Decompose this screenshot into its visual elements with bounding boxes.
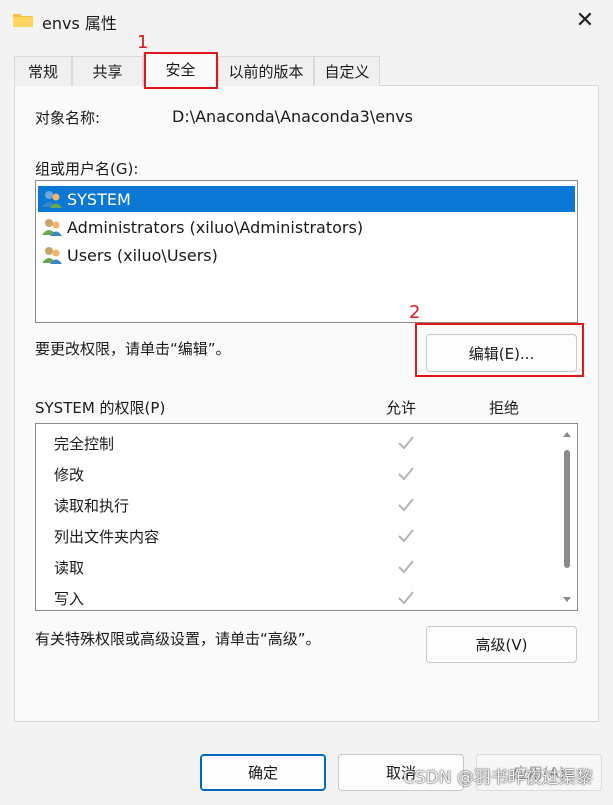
scroll-up-icon[interactable] <box>562 430 572 438</box>
ok-button-label: 确定 <box>247 764 278 782</box>
annotation-box-1 <box>144 52 218 89</box>
tab-general[interactable]: 常规 <box>14 56 72 86</box>
list-item-label: SYSTEM <box>67 189 131 209</box>
users-icon <box>42 219 62 236</box>
tab-label: 常规 <box>27 63 58 81</box>
tab-label: 共享 <box>92 63 123 81</box>
advanced-button-label: 高级(V) <box>475 636 528 654</box>
tab-sharing[interactable]: 共享 <box>72 56 143 86</box>
groups-list[interactable]: SYSTEM Administrators (xiluo\Administrat… <box>35 180 578 323</box>
permission-row: 读取和执行 <box>36 490 556 521</box>
object-name-label: 对象名称: <box>35 109 101 127</box>
scroll-down-icon[interactable] <box>562 596 572 604</box>
advanced-hint: 有关特殊权限或高级设置，请单击“高级”。 <box>35 630 321 648</box>
permission-name: 写入 <box>54 590 85 608</box>
tab-label: 以前的版本 <box>228 63 304 81</box>
annotation-number-2: 2 <box>409 302 421 323</box>
change-hint: 要更改权限，请单击“编辑”。 <box>35 340 231 358</box>
tab-customize[interactable]: 自定义 <box>314 56 380 86</box>
close-button[interactable]: ✕ <box>570 6 600 34</box>
object-name-value: D:\Anaconda\Anaconda3\envs <box>172 107 414 126</box>
allow-header: 允许 <box>386 399 417 417</box>
watermark: CSDN @羽书昨夜过渠黎 <box>403 768 593 788</box>
ok-button[interactable]: 确定 <box>200 754 326 791</box>
scroll-thumb[interactable] <box>564 450 570 568</box>
permission-row: 读取 <box>36 552 556 583</box>
check-icon <box>398 560 414 574</box>
list-item-administrators[interactable]: Administrators (xiluo\Administrators) <box>38 214 575 240</box>
annotation-number-1: 1 <box>137 32 149 53</box>
permission-name: 完全控制 <box>54 435 115 453</box>
users-icon <box>42 247 62 264</box>
users-icon <box>42 191 62 208</box>
check-icon <box>398 529 414 543</box>
annotation-box-2 <box>415 323 584 377</box>
window-title: envs 属性 <box>42 14 117 33</box>
tab-label: 自定义 <box>324 63 370 81</box>
list-item-label: Administrators (xiluo\Administrators) <box>67 217 364 237</box>
permission-name: 读取 <box>54 559 85 577</box>
permission-name: 列出文件夹内容 <box>54 528 160 546</box>
list-item-system[interactable]: SYSTEM <box>38 186 575 212</box>
permission-row: 写入 <box>36 583 556 610</box>
permission-row: 修改 <box>36 459 556 490</box>
groups-label: 组或用户名(G): <box>35 160 139 178</box>
folder-icon <box>13 14 33 27</box>
check-icon <box>398 591 414 605</box>
title-bar: envs 属性 ✕ <box>0 0 613 40</box>
deny-header: 拒绝 <box>489 399 520 417</box>
permission-name: 修改 <box>54 466 85 484</box>
permission-row: 完全控制 <box>36 428 556 459</box>
permission-row: 列出文件夹内容 <box>36 521 556 552</box>
properties-dialog: envs 属性 ✕ 常规 共享 安全 以前的版本 自定义 对象名称: D:\An… <box>0 0 613 805</box>
close-icon: ✕ <box>575 7 595 33</box>
permissions-list: 完全控制 修改 读取和执行 列出文件夹内容 读取 写入 <box>35 423 578 611</box>
check-icon <box>398 436 414 450</box>
permissions-label: SYSTEM 的权限(P) <box>35 399 166 417</box>
tab-previous-versions[interactable]: 以前的版本 <box>218 56 314 86</box>
check-icon <box>398 498 414 512</box>
permissions-scrollbar[interactable] <box>556 424 577 610</box>
permission-name: 读取和执行 <box>54 497 130 515</box>
advanced-button[interactable]: 高级(V) <box>426 626 577 663</box>
list-item-label: Users (xiluo\Users) <box>67 245 218 265</box>
check-icon <box>398 467 414 481</box>
list-item-users[interactable]: Users (xiluo\Users) <box>38 242 575 268</box>
